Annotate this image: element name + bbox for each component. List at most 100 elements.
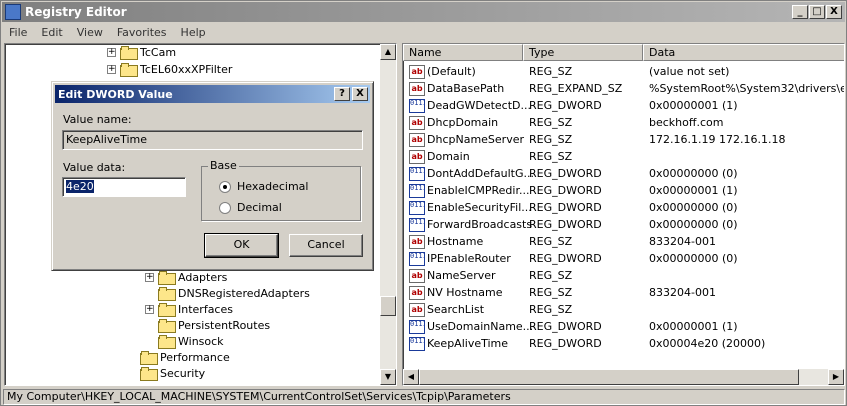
expand-icon[interactable]: + — [107, 64, 116, 74]
value-type-cell: REG_SZ — [529, 286, 573, 299]
value-name-text: (Default) — [427, 65, 476, 78]
tree-item-label: Security — [160, 366, 206, 380]
hexadecimal-radio[interactable]: Hexadecimal — [219, 180, 308, 193]
menu-view[interactable]: View — [70, 26, 110, 39]
value-row[interactable]: ab (Default) REG_SZ (value not set) — [403, 63, 844, 80]
list-horizontal-scrollbar[interactable]: ◀ ▶ — [403, 369, 844, 385]
value-row[interactable]: ab Domain REG_SZ — [403, 148, 844, 165]
base-groupbox: Base Hexadecimal Decimal — [201, 159, 361, 221]
string-value-icon: ab — [409, 132, 425, 147]
minimize-button[interactable]: _ — [792, 5, 808, 19]
value-row[interactable]: 011110UseDomainName...REG_DWORD 0x0000000… — [403, 318, 844, 335]
tree-item[interactable]: + Interfaces — [145, 301, 233, 317]
tree-item[interactable]: Security — [140, 365, 205, 381]
value-name-cell: ab Domain — [409, 149, 470, 164]
ok-button[interactable]: OK — [204, 233, 279, 258]
value-name-text: DhcpDomain — [427, 116, 499, 129]
scroll-thumb[interactable] — [380, 296, 396, 316]
folder-icon — [140, 367, 158, 381]
value-data-cell: 0x00000000 (0) — [649, 167, 738, 180]
value-data-cell: %SystemRoot%\System32\drivers\etc — [649, 82, 845, 95]
value-name-cell: ab NV Hostname — [409, 285, 503, 300]
value-row[interactable]: ab DhcpNameServer REG_SZ 172.16.1.19 172.16… — [403, 131, 844, 148]
value-name-text: Hostname — [427, 235, 484, 248]
value-name-cell: 011110DeadGWDetectD... — [409, 98, 531, 113]
dialog-close-button[interactable]: X — [352, 87, 368, 101]
value-type-cell: REG_DWORD — [529, 167, 602, 180]
value-list-pane[interactable]: Name Type Data ab (Default) REG_SZ (value n… — [402, 43, 845, 386]
value-row[interactable]: ab Hostname REG_SZ 833204-001 — [403, 233, 844, 250]
tree-item[interactable]: + TcCam — [107, 44, 176, 60]
value-row[interactable]: 011110EnableSecurityFil...REG_DWORD 0x000… — [403, 199, 844, 216]
value-row[interactable]: ab DataBasePath REG_EXPAND_SZ %SystemRoot%\… — [403, 80, 845, 97]
value-data-input[interactable]: 4e20 — [62, 177, 186, 197]
value-row[interactable]: ab DhcpDomain REG_SZ beckhoff.com — [403, 114, 844, 131]
value-type-cell: REG_DWORD — [529, 337, 602, 350]
value-data-cell: 0x00000001 (1) — [649, 184, 738, 197]
cancel-button[interactable]: Cancel — [289, 234, 363, 257]
value-name-cell: ab Hostname — [409, 234, 484, 249]
tree-item[interactable]: Performance — [140, 349, 230, 365]
value-row[interactable]: 011110IPEnableRouter REG_DWORD 0x00000000 … — [403, 250, 844, 267]
folder-icon — [158, 287, 176, 301]
radio-label: Hexadecimal — [237, 180, 309, 193]
maximize-button[interactable]: □ — [809, 5, 825, 19]
value-data-text: 4e20 — [66, 180, 94, 193]
value-data-cell: 833204-001 — [649, 286, 716, 299]
folder-icon — [158, 319, 176, 333]
value-data-cell: 0x00000001 (1) — [649, 99, 738, 112]
expand-icon[interactable]: + — [145, 304, 154, 314]
binary-value-icon: 011110 — [409, 336, 425, 351]
tree-item[interactable]: PersistentRoutes — [158, 317, 270, 333]
tree-vertical-scrollbar[interactable]: ▲ ▼ — [380, 44, 396, 385]
title-bar[interactable]: Registry Editor _ □ X — [2, 2, 845, 22]
tree-item[interactable]: + TcEL60xxXPFilter — [107, 61, 232, 77]
scroll-down-icon[interactable]: ▼ — [380, 369, 396, 385]
scroll-right-icon[interactable]: ▶ — [828, 369, 844, 385]
value-name-text: NameServer — [427, 269, 496, 282]
tree-item-label: Performance — [160, 350, 230, 364]
string-value-icon: ab — [409, 285, 425, 300]
base-label: Base — [208, 159, 239, 172]
value-row[interactable]: 011110ForwardBroadcastsREG_DWORD 0x000000… — [403, 216, 844, 233]
value-row[interactable]: 011110KeepAliveTime REG_DWORD 0x00004e20 (… — [403, 335, 844, 352]
value-row[interactable]: ab SearchList REG_SZ — [403, 301, 844, 318]
menu-file[interactable]: File — [2, 26, 34, 39]
value-row[interactable]: 011110DeadGWDetectD...REG_DWORD 0x0000000… — [403, 97, 844, 114]
tree-item[interactable]: DNSRegisteredAdapters — [158, 285, 310, 301]
value-name-cell: ab DataBasePath — [409, 81, 504, 96]
tree-item-label: Interfaces — [178, 302, 233, 316]
scroll-up-icon[interactable]: ▲ — [380, 44, 396, 60]
column-header-name[interactable]: Name — [403, 44, 523, 61]
tree-item-label: TcEL60xxXPFilter — [140, 62, 233, 76]
expand-icon[interactable]: + — [107, 47, 116, 57]
dialog-title-bar[interactable]: Edit DWORD Value ? X — [55, 85, 370, 103]
value-row[interactable]: ab NV Hostname REG_SZ 833204-001 — [403, 284, 844, 301]
menu-favorites[interactable]: Favorites — [110, 26, 174, 39]
edit-dword-dialog: Edit DWORD Value ? X Value name: KeepAli… — [51, 81, 374, 271]
scroll-left-icon[interactable]: ◀ — [403, 369, 419, 385]
help-button[interactable]: ? — [334, 87, 350, 101]
value-row[interactable]: 011110DontAddDefaultG...REG_DWORD 0x00000… — [403, 165, 844, 182]
scroll-thumb[interactable] — [419, 369, 799, 385]
value-type-cell: REG_DWORD — [529, 252, 602, 265]
value-type-cell: REG_EXPAND_SZ — [529, 82, 623, 95]
value-name-text: EnableICMPRedir... — [427, 184, 530, 197]
folder-icon — [120, 63, 138, 77]
menu-help[interactable]: Help — [174, 26, 213, 39]
tree-item-label: PersistentRoutes — [178, 318, 271, 332]
dialog-title: Edit DWORD Value — [58, 87, 173, 101]
value-row[interactable]: ab NameServer REG_SZ — [403, 267, 844, 284]
close-button[interactable]: X — [826, 5, 842, 19]
tree-item[interactable]: Winsock — [158, 333, 224, 349]
expand-icon[interactable]: + — [145, 272, 154, 282]
column-header-data[interactable]: Data — [643, 44, 844, 61]
value-row[interactable]: 011110EnableICMPRedir...REG_DWORD 0x00000… — [403, 182, 844, 199]
column-header-type[interactable]: Type — [523, 44, 643, 61]
decimal-radio[interactable]: Decimal — [219, 201, 282, 214]
value-name-cell: 011110EnableICMPRedir... — [409, 183, 530, 198]
value-data-cell: beckhoff.com — [649, 116, 724, 129]
tree-item[interactable]: + Adapters — [145, 269, 227, 285]
menu-edit[interactable]: Edit — [34, 26, 69, 39]
string-value-icon: ab — [409, 302, 425, 317]
